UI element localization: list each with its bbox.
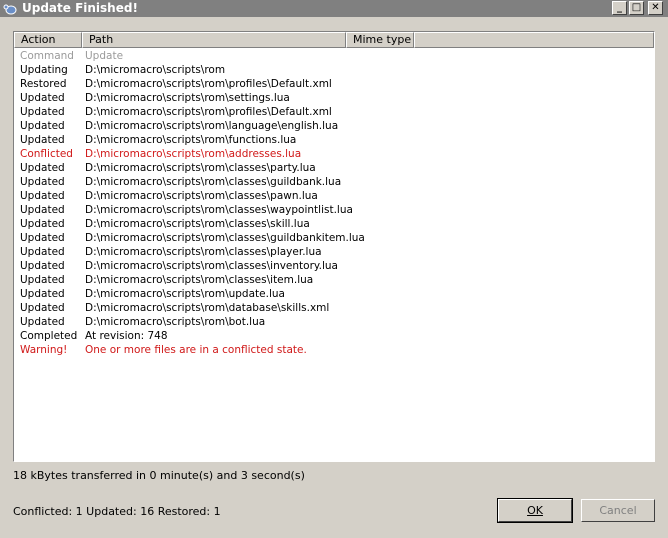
list-item-path: D:\micromacro\scripts\rom\classes\party.… [85, 162, 316, 174]
transfer-status: 18 kBytes transferred in 0 minute(s) and… [13, 469, 305, 482]
list-item-path: D:\micromacro\scripts\rom\classes\item.l… [85, 274, 314, 286]
summary-counts: Conflicted: 1 Updated: 16 Restored: 1 [13, 505, 221, 518]
list-item[interactable]: Warning! One or more files are in a confl… [14, 343, 654, 357]
list-item-action: Updated [20, 246, 65, 258]
list-item-path: D:\micromacro\scripts\rom\classes\guildb… [85, 232, 365, 244]
list-item[interactable]: Updated D:\micromacro\scripts\rom\classes… [14, 273, 654, 287]
list-item-path: D:\micromacro\scripts\rom\classes\player… [85, 246, 322, 258]
list-item-action: Conflicted [20, 148, 73, 160]
list-item-action: Updated [20, 288, 65, 300]
list-item-action: Updated [20, 260, 65, 272]
list-item-path: D:\micromacro\scripts\rom\update.lua [85, 288, 285, 300]
ok-button[interactable]: OK [497, 498, 573, 523]
list-item-action: Updated [20, 134, 65, 146]
list-item-path: Update [85, 50, 124, 62]
list-item-action: Updated [20, 232, 65, 244]
list-item-action: Updated [20, 218, 65, 230]
list-item-action: Warning! [20, 344, 68, 356]
list-item-action: Updating [20, 64, 68, 76]
column-header-action[interactable]: Action [14, 32, 82, 48]
list-item[interactable]: Updated D:\micromacro\scripts\rom\bot.lua [14, 315, 654, 329]
column-header-path[interactable]: Path [82, 32, 346, 48]
list-item[interactable]: Updating D:\micromacro\scripts\rom [14, 63, 654, 77]
window-title: Update Finished! [22, 1, 138, 15]
column-header-filler [414, 32, 654, 48]
list-item-path: D:\micromacro\scripts\rom [85, 64, 226, 76]
title-bar[interactable]: Update Finished! _ □ ✕ [0, 0, 668, 17]
list-item-action: Updated [20, 106, 65, 118]
list-item-action: Completed [20, 330, 78, 342]
close-button[interactable]: ✕ [648, 1, 663, 15]
minimize-button[interactable]: _ [612, 1, 627, 15]
list-item-action: Updated [20, 274, 65, 286]
list-item-path: D:\micromacro\scripts\rom\classes\pawn.l… [85, 190, 318, 202]
ok-button-label: OK [527, 504, 543, 517]
list-item-path: D:\micromacro\scripts\rom\functions.lua [85, 134, 297, 146]
list-item-path: D:\micromacro\scripts\rom\classes\skill.… [85, 218, 310, 230]
list-item-action: Command [20, 50, 74, 62]
list-item[interactable]: Updated D:\micromacro\scripts\rom\classes… [14, 175, 654, 189]
list-item-path: D:\micromacro\scripts\rom\addresses.lua [85, 148, 302, 160]
list-item-path: D:\micromacro\scripts\rom\classes\waypoi… [85, 204, 353, 216]
list-rows: Command Update Updating D:\micromacro\scrip… [14, 49, 654, 357]
list-item[interactable]: Command Update [14, 49, 654, 63]
list-item[interactable]: Updated D:\micromacro\scripts\rom\functio… [14, 133, 654, 147]
list-item[interactable]: Updated D:\micromacro\scripts\rom\setting… [14, 91, 654, 105]
list-item[interactable]: Updated D:\micromacro\scripts\rom\classes… [14, 231, 654, 245]
list-item-path: D:\micromacro\scripts\rom\classes\invent… [85, 260, 338, 272]
cancel-button[interactable]: Cancel [581, 499, 655, 522]
list-item[interactable]: Completed At revision: 748 [14, 329, 654, 343]
list-item[interactable]: Updated D:\micromacro\scripts\rom\classes… [14, 189, 654, 203]
results-list[interactable]: Action Path Mime type Command Update Updat… [13, 31, 655, 462]
list-item[interactable]: Updated D:\micromacro\scripts\rom\databas… [14, 301, 654, 315]
list-item[interactable]: Restored D:\micromacro\scripts\rom\profil… [14, 77, 654, 91]
list-item-path: D:\micromacro\scripts\rom\profiles\Defau… [85, 78, 332, 90]
list-item-path: D:\micromacro\scripts\rom\profiles\Defau… [85, 106, 332, 118]
list-item-action: Updated [20, 162, 65, 174]
list-item-action: Updated [20, 302, 65, 314]
list-header: Action Path Mime type [14, 32, 654, 48]
list-item-path: D:\micromacro\scripts\rom\database\skill… [85, 302, 330, 314]
list-item[interactable]: Updated D:\micromacro\scripts\rom\classes… [14, 217, 654, 231]
list-item[interactable]: Updated D:\micromacro\scripts\rom\update.… [14, 287, 654, 301]
list-item[interactable]: Updated D:\micromacro\scripts\rom\classes… [14, 259, 654, 273]
list-item-action: Updated [20, 92, 65, 104]
list-item-action: Restored [20, 78, 67, 90]
list-item[interactable]: Updated D:\micromacro\scripts\rom\languag… [14, 119, 654, 133]
tortoise-icon [3, 4, 17, 15]
maximize-button[interactable]: □ [629, 1, 644, 15]
list-item-path: One or more files are in a conflicted st… [85, 344, 307, 356]
list-item[interactable]: Conflicted D:\micromacro\scripts\rom\addr… [14, 147, 654, 161]
list-item-path: At revision: 748 [85, 330, 168, 342]
list-item-path: D:\micromacro\scripts\rom\language\engli… [85, 120, 339, 132]
list-item-action: Updated [20, 190, 65, 202]
list-item-path: D:\micromacro\scripts\rom\bot.lua [85, 316, 266, 328]
list-item-path: D:\micromacro\scripts\rom\settings.lua [85, 92, 290, 104]
list-item[interactable]: Updated D:\micromacro\scripts\rom\profile… [14, 105, 654, 119]
list-item[interactable]: Updated D:\micromacro\scripts\rom\classes… [14, 161, 654, 175]
list-item[interactable]: Updated D:\micromacro\scripts\rom\classes… [14, 203, 654, 217]
list-item-action: Updated [20, 204, 65, 216]
list-item-action: Updated [20, 176, 65, 188]
list-item[interactable]: Updated D:\micromacro\scripts\rom\classes… [14, 245, 654, 259]
column-header-mime-type[interactable]: Mime type [346, 32, 414, 48]
list-item-action: Updated [20, 316, 65, 328]
list-item-action: Updated [20, 120, 65, 132]
list-item-path: D:\micromacro\scripts\rom\classes\guildb… [85, 176, 342, 188]
